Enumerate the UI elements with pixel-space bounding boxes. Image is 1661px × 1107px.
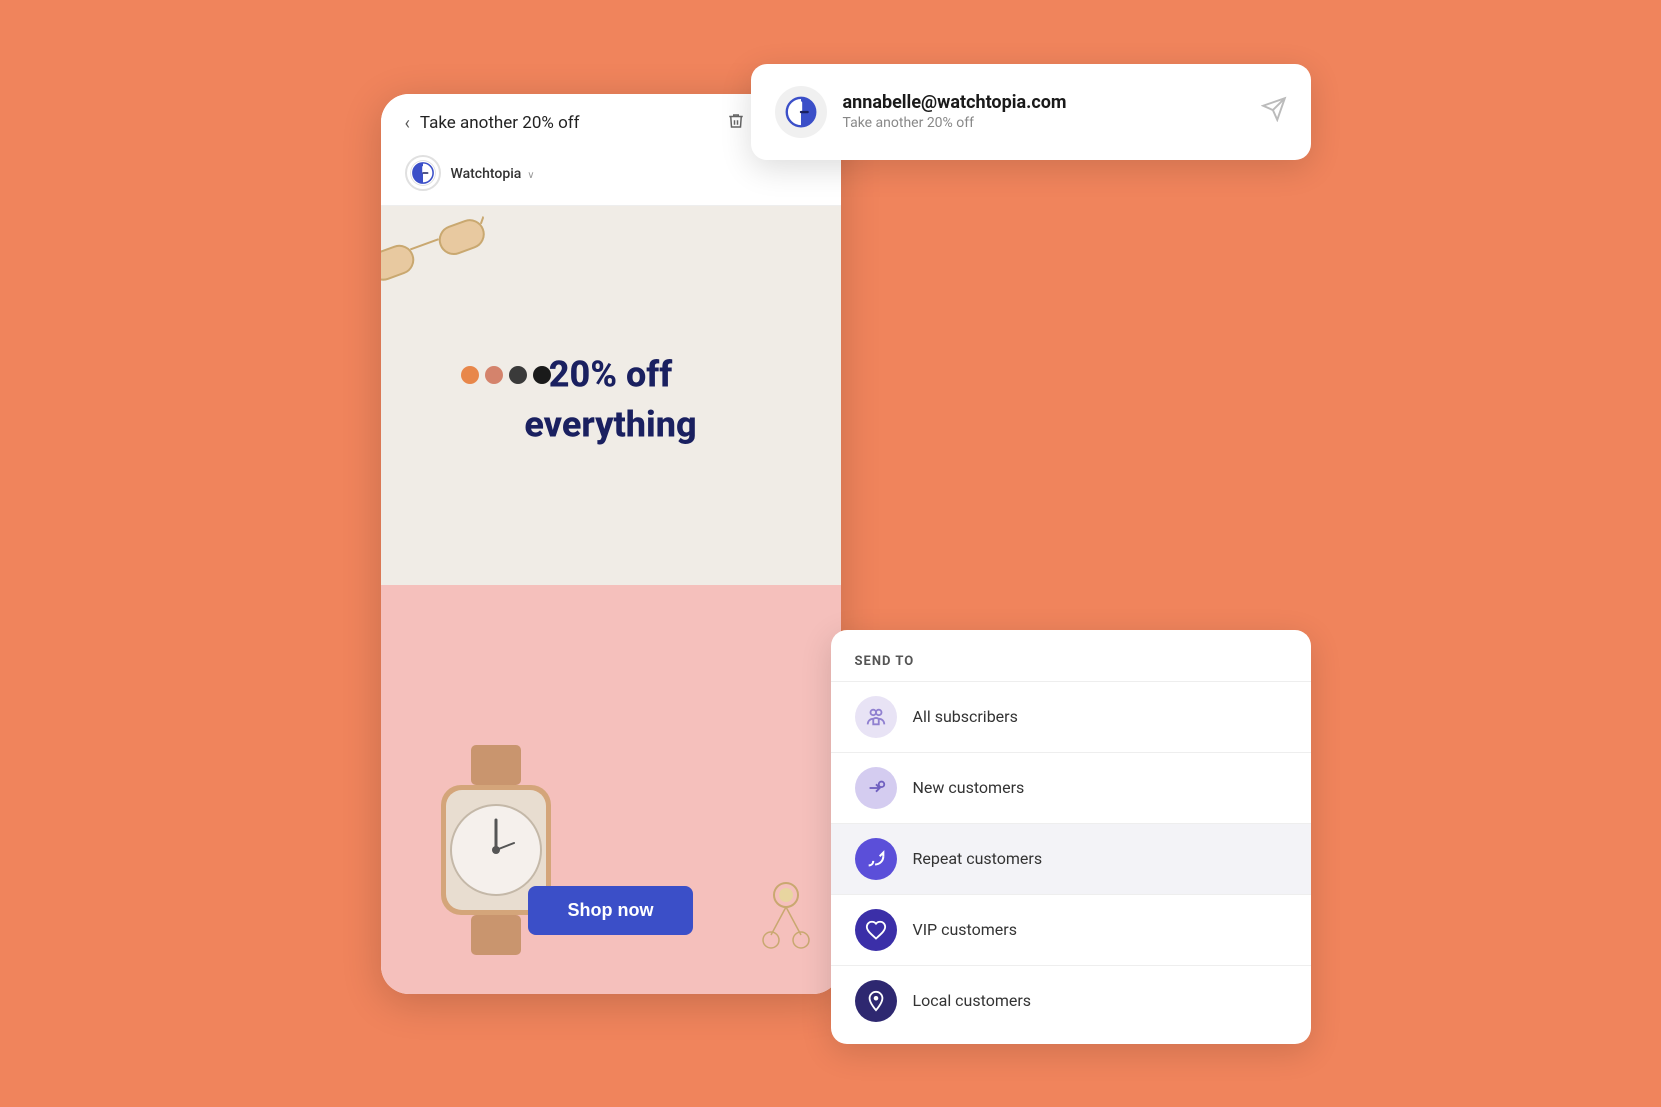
all-subscribers-icon [855, 696, 897, 738]
repeat-customers-icon [855, 838, 897, 880]
phone-card: ‹ Take another 20% off [381, 94, 841, 994]
list-item[interactable]: Repeat customers [831, 824, 1311, 895]
local-customers-icon [855, 980, 897, 1022]
dot-orange [461, 366, 479, 384]
scene: ‹ Take another 20% off [381, 64, 1281, 1044]
send-icon[interactable] [1261, 96, 1287, 128]
sunglasses-decoration [381, 206, 498, 301]
detail-email: annabelle@watchtopia.com [843, 92, 1245, 113]
new-customers-icon [855, 767, 897, 809]
local-customers-label: Local customers [913, 991, 1032, 1010]
send-to-card: SEND TO All subscribers [831, 630, 1311, 1044]
vip-customers-label: VIP customers [913, 920, 1017, 939]
dot-peach [485, 366, 503, 384]
email-detail-card: annabelle@watchtopia.com Take another 20… [751, 64, 1311, 160]
back-button[interactable]: ‹ [405, 113, 410, 134]
sender-name: Watchtopia [451, 166, 522, 182]
list-item[interactable]: All subscribers [831, 682, 1311, 753]
sender-chevron[interactable]: ∨ [527, 170, 534, 181]
new-customers-label: New customers [913, 778, 1025, 797]
repeat-customers-label: Repeat customers [913, 849, 1043, 868]
phone-title: Take another 20% off [420, 113, 580, 133]
email-headline-line1: 20% off [524, 356, 696, 396]
detail-subtitle: Take another 20% off [843, 115, 1245, 131]
send-to-title: SEND TO [831, 654, 1311, 682]
vip-customers-icon [855, 909, 897, 951]
all-subscribers-label: All subscribers [913, 707, 1018, 726]
phone-header-left: ‹ Take another 20% off [405, 113, 580, 134]
list-item[interactable]: VIP customers [831, 895, 1311, 966]
list-item[interactable]: New customers [831, 753, 1311, 824]
trash-icon[interactable] [727, 112, 745, 135]
detail-logo [775, 86, 827, 138]
sender-info: Watchtopia ∨ [451, 163, 535, 182]
shop-now-button[interactable]: Shop now [528, 886, 694, 935]
email-headline-line2: everything [524, 405, 696, 445]
jewelry-decoration [741, 875, 831, 985]
list-item[interactable]: Local customers [831, 966, 1311, 1036]
sender-logo [405, 155, 441, 191]
detail-info: annabelle@watchtopia.com Take another 20… [843, 92, 1245, 131]
email-content: 20% off everything [381, 206, 841, 994]
send-to-list: All subscribers New customers [831, 682, 1311, 1036]
